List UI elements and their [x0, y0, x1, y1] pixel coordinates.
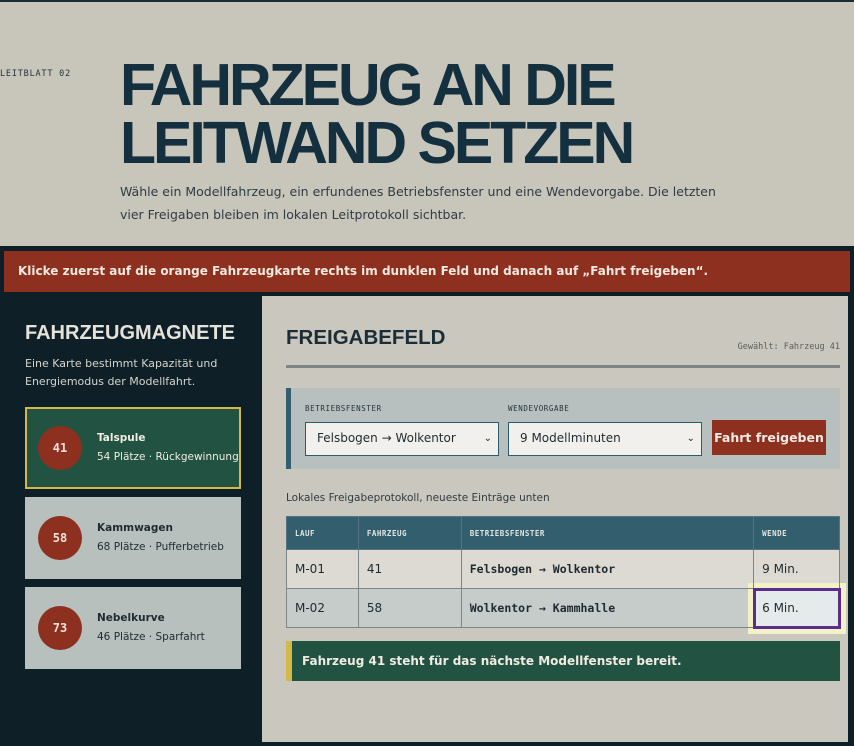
divider: [286, 365, 840, 368]
vehicle-name: Kammwagen: [97, 522, 174, 534]
operating-window-value: Felsbogen → Wolkentor: [317, 431, 456, 445]
log-caption: Lokales Freigabeprotokoll, neueste Eintr…: [286, 492, 550, 504]
page-title: FAHRZEUG AN DIE LEITWAND SETZEN: [120, 52, 760, 176]
vehicle-number-badge: 41: [38, 426, 82, 470]
chevron-down-icon: ⌄: [483, 433, 492, 444]
table-row: M-02 58 Wolkentor → Kammhalle 6 Min.: [286, 587, 841, 629]
turnaround-label: WENDEVORGABE: [508, 404, 570, 413]
vehicle-meta: 68 Plätze · Pufferbetrieb: [97, 541, 224, 553]
vehicle-name: Talspule: [97, 432, 146, 444]
status-message: Fahrzeug 41 steht für das nächste Modell…: [286, 641, 840, 681]
vehicle-card-73[interactable]: 73 Nebelkurve 46 Plätze · Sparfahrt: [25, 587, 241, 669]
vehicle-card-58[interactable]: 58 Kammwagen 68 Plätze · Pufferbetrieb: [25, 497, 241, 579]
cell-run: M-01: [286, 549, 359, 589]
vehicle-meta: 46 Plätze · Sparfahrt: [97, 631, 205, 643]
panel-title: FREIGABEFELD: [286, 326, 446, 349]
cell-run: M-02: [286, 588, 359, 628]
turnaround-select[interactable]: 9 Modellminuten ⌄: [508, 422, 702, 456]
release-log-table: LAUF FAHRZEUG BETRIEBSFENSTER WENDE M-01…: [286, 516, 841, 629]
column-header-run: LAUF: [286, 516, 359, 550]
column-header-turnaround: WENDE: [753, 516, 840, 550]
page-kicker: LEITBLATT 02: [0, 69, 72, 79]
operating-window-label: BETRIEBSFENSTER: [305, 404, 382, 413]
cell-window: Wolkentor → Kammhalle: [460, 588, 755, 628]
column-header-window: BETRIEBSFENSTER: [460, 516, 755, 550]
column-header-vehicle: FAHRZEUG: [357, 516, 462, 550]
main-area: Klicke zuerst auf die orange Fahrzeugkar…: [0, 246, 854, 746]
sidebar-title: FAHRZEUGMAGNETE: [25, 322, 235, 344]
vehicle-card-41[interactable]: 41 Talspule 54 Plätze · Rückgewinnung: [25, 407, 241, 489]
page-subtitle: Wähle ein Modellfahrzeug, ein erfundenes…: [120, 184, 716, 222]
release-button[interactable]: Fahrt freigeben: [712, 420, 826, 455]
table-row: M-01 41 Felsbogen → Wolkentor 9 Min.: [286, 549, 840, 589]
instruction-banner: Klicke zuerst auf die orange Fahrzeugkar…: [4, 251, 850, 292]
vehicle-number-badge: 58: [38, 516, 82, 560]
cell-window: Felsbogen → Wolkentor: [460, 549, 755, 589]
release-panel: FREIGABEFELD Gewählt: Fahrzeug 41 BETRIE…: [262, 296, 848, 742]
turnaround-value: 9 Modellminuten: [520, 431, 621, 445]
selected-vehicle-indicator: Gewählt: Fahrzeug 41: [737, 342, 840, 352]
cell-vehicle: 41: [357, 549, 462, 589]
vehicle-number-badge: 73: [38, 606, 82, 650]
cell-turnaround: 9 Min.: [753, 549, 840, 589]
cell-vehicle: 58: [357, 588, 462, 628]
vehicle-meta: 54 Plätze · Rückgewinnung: [97, 451, 239, 463]
sidebar-description: Eine Karte bestimmt Kapazität und Energi…: [25, 357, 218, 388]
vehicle-name: Nebelkurve: [97, 612, 165, 624]
cell-turnaround-focused[interactable]: 6 Min.: [752, 587, 841, 629]
release-controls: BETRIEBSFENSTER Felsbogen → Wolkentor ⌄ …: [286, 388, 840, 469]
operating-window-select[interactable]: Felsbogen → Wolkentor ⌄: [305, 422, 499, 456]
page-title-line-2: LEITWAND SETZEN: [120, 110, 635, 176]
page-title-line-1: FAHRZEUG AN DIE: [120, 52, 617, 118]
top-border: [0, 0, 854, 2]
table-header-row: LAUF FAHRZEUG BETRIEBSFENSTER WENDE: [286, 516, 840, 550]
chevron-down-icon: ⌄: [686, 433, 695, 444]
